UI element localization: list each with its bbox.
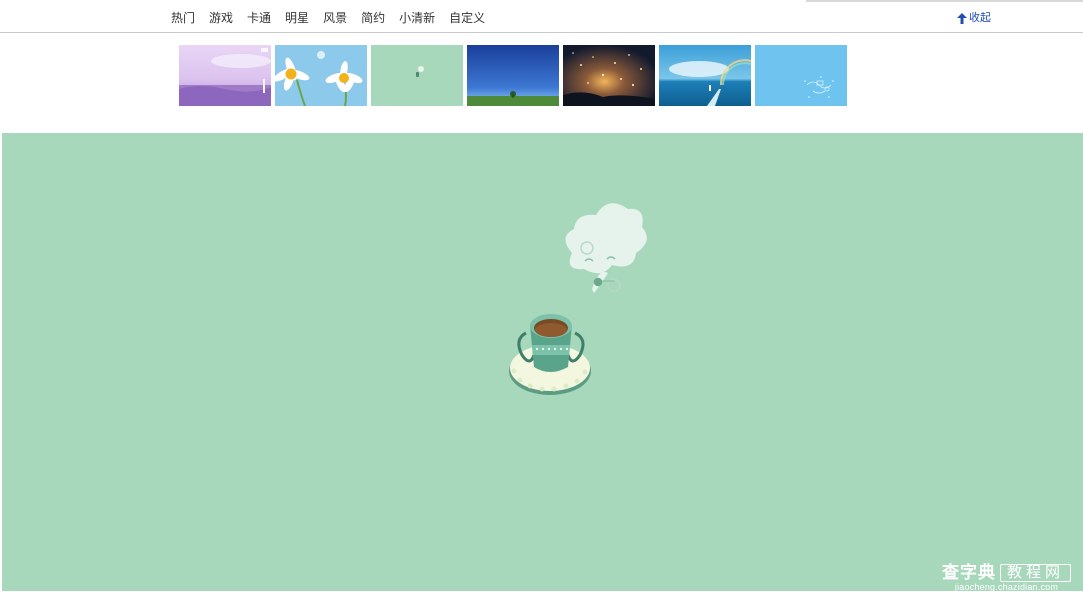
tab-games[interactable]: 游戏 [209,10,233,26]
tab-fresh[interactable]: 小清新 [399,10,435,26]
watermark-boxed: 教程网 [999,563,1071,582]
thumbnail-ocean-rainbow[interactable] [659,45,751,106]
tab-custom[interactable]: 自定义 [449,10,485,26]
watermark-brand: 查字典 [941,563,996,582]
thought-cloud [565,203,647,293]
tab-simple[interactable]: 简约 [361,10,385,26]
collapse-label: 收起 [969,12,991,24]
thumbnail-night-sky-lanterns[interactable] [563,45,655,106]
watermark-url: jiaocheng.chazidian.com [954,582,1059,592]
thumbnail-daisies[interactable] [275,45,367,106]
coffee-cup-illustration [509,203,647,395]
collapse-button[interactable]: 收起 [957,10,991,26]
thumbnail-light-blue-doodle[interactable] [755,45,847,106]
thumbnail-mint-dandelion[interactable] [371,45,463,106]
thumbnail-blue-sky-field[interactable] [467,45,559,106]
tab-scenery[interactable]: 风景 [323,10,347,26]
thumbnail-lavender-field[interactable] [179,45,271,106]
arrow-up-icon [957,12,967,24]
category-tabs: 热门 游戏 卡通 明星 风景 简约 小清新 自定义 [171,10,499,26]
tab-cartoon[interactable]: 卡通 [247,10,271,26]
tab-hot[interactable]: 热门 [171,10,195,26]
wallpaper-preview [2,133,1083,591]
site-watermark: 查字典 教程网 jiaocheng.chazidian.com [942,563,1071,592]
wallpaper-settings-page: 热门 游戏 卡通 明星 风景 简约 小清新 自定义 收起 查字典 教程网 jia… [0,0,1083,594]
tab-stars[interactable]: 明星 [285,10,309,26]
category-navbar: 热门 游戏 卡通 明星 风景 简约 小清新 自定义 收起 [0,0,1083,33]
wallpaper-thumbnails [179,45,847,106]
